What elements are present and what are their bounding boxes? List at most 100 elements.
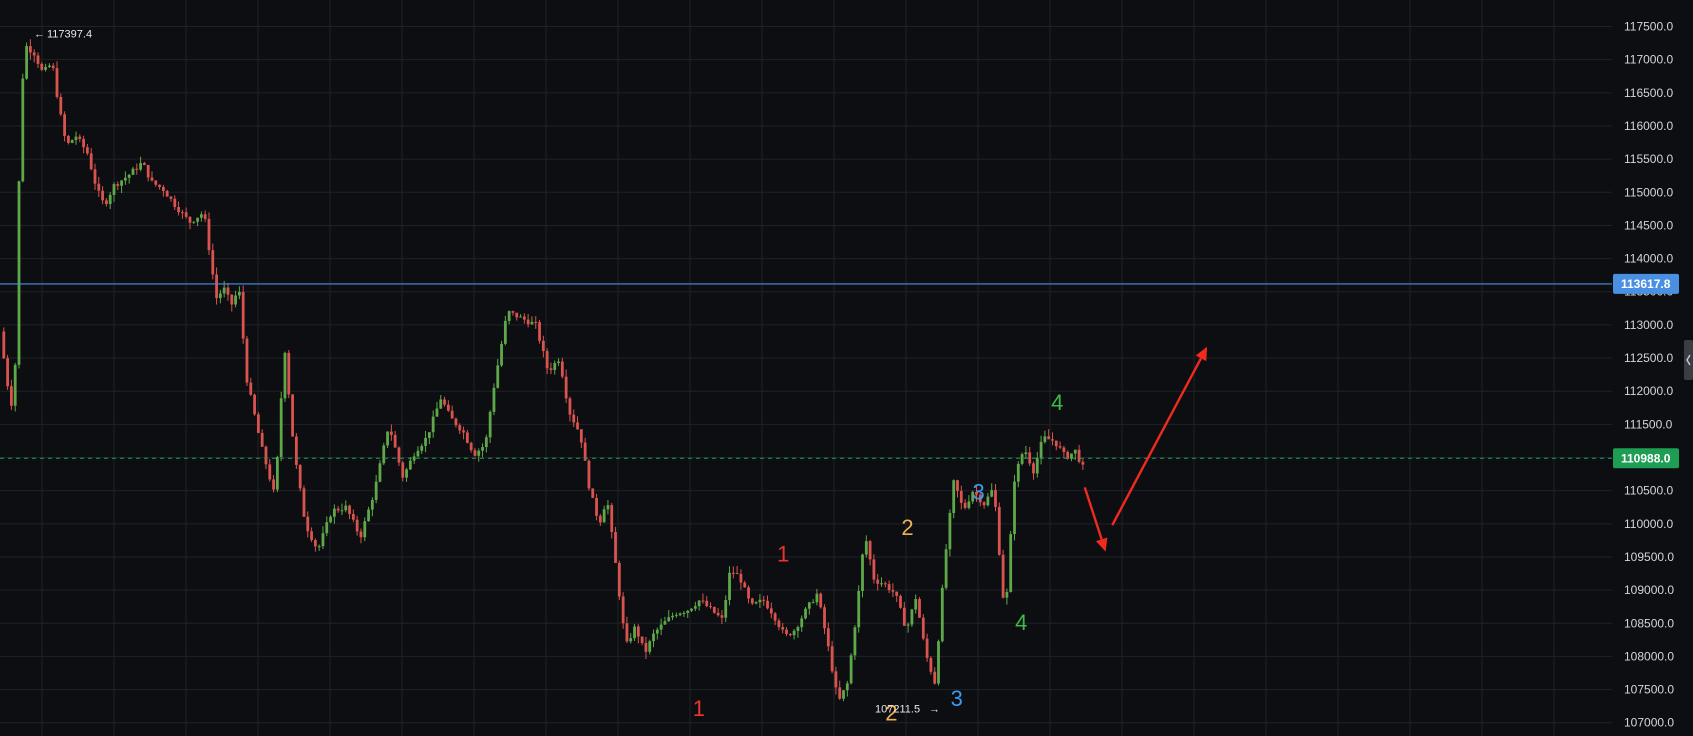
candle-body — [614, 532, 617, 563]
candle-body — [697, 600, 701, 607]
y-tick-label: 108500.0 — [1624, 616, 1674, 630]
candle-body — [203, 214, 207, 219]
candle-body — [465, 432, 469, 443]
candle-body — [621, 596, 625, 624]
candle-body — [902, 607, 906, 626]
y-tick-label: 109500.0 — [1624, 550, 1674, 564]
candle-body — [256, 414, 260, 433]
candle-body — [226, 287, 230, 295]
candle-body — [652, 633, 655, 642]
candle-body — [207, 218, 211, 251]
candle-body — [70, 140, 74, 143]
candle-body — [416, 450, 420, 457]
candle-body — [864, 541, 868, 555]
candle-body — [291, 394, 294, 437]
candle-body — [1047, 436, 1051, 440]
candle-body — [944, 549, 948, 588]
candle-body — [1024, 452, 1028, 455]
candle-body — [222, 287, 226, 294]
candle-body — [142, 163, 146, 165]
wave-label: 4 — [1051, 390, 1063, 415]
candle-body — [1035, 457, 1039, 474]
candle-body — [127, 174, 131, 178]
candle-body — [709, 606, 712, 608]
candle-body — [51, 65, 55, 69]
candle-body — [766, 600, 769, 609]
candle-body — [522, 316, 526, 320]
candle-body — [268, 464, 272, 480]
candle-body — [313, 540, 317, 547]
candle-body — [731, 572, 735, 574]
candle-body — [408, 460, 412, 470]
candle-body — [131, 168, 135, 175]
candle-body — [389, 431, 393, 435]
candle-body — [671, 615, 674, 618]
candle-body — [393, 434, 397, 448]
candle-body — [298, 464, 302, 489]
candle-body — [914, 599, 918, 610]
candle-body — [925, 638, 929, 658]
price-chart[interactable]: 11223344 ← 117397.4 107211.5 → 117500.01… — [0, 0, 1693, 736]
candle-body — [560, 361, 564, 377]
candle-body — [116, 184, 120, 186]
candle-body — [279, 398, 283, 458]
candle-body — [161, 186, 165, 191]
candle-body — [435, 408, 439, 417]
candle-body — [549, 368, 553, 370]
candle-body — [85, 147, 89, 154]
candle-body — [321, 533, 325, 547]
y-tick-label: 116500.0 — [1624, 86, 1673, 100]
candle-body — [218, 293, 222, 299]
candle-body — [386, 431, 389, 446]
candle-body — [872, 559, 876, 580]
y-tick-label: 107000.0 — [1624, 716, 1674, 730]
candle-body — [431, 416, 435, 433]
candle-body — [454, 418, 458, 426]
candle-body — [838, 687, 842, 699]
candle-body — [705, 600, 709, 607]
candle-body — [644, 642, 648, 652]
axis-collapse-handle[interactable] — [1684, 340, 1693, 380]
candle-body — [275, 457, 279, 490]
candle-body — [606, 505, 610, 510]
candle-body — [294, 436, 298, 465]
candle-body — [743, 582, 747, 588]
candle-body — [469, 442, 473, 451]
candle-body — [260, 432, 264, 447]
y-tick-label: 112000.0 — [1624, 384, 1673, 398]
candle-body — [933, 671, 937, 684]
candle-body — [139, 163, 142, 170]
candle-body — [819, 593, 823, 608]
candle-body — [948, 512, 952, 550]
wave-label: 1 — [777, 542, 789, 567]
candle-body — [545, 351, 549, 369]
candle-body — [739, 573, 743, 583]
y-tick-label: 115500.0 — [1624, 152, 1673, 166]
candle-body — [515, 312, 519, 318]
candle-body — [120, 180, 123, 186]
candle-body — [1032, 463, 1035, 474]
candle-body — [701, 600, 705, 602]
candle-body — [712, 607, 716, 613]
candle-body — [245, 338, 249, 383]
candle-body — [842, 690, 845, 699]
candle-body — [165, 190, 169, 197]
candle-body — [659, 624, 663, 630]
candle-body — [640, 636, 644, 643]
y-tick-label: 108000.0 — [1624, 649, 1674, 663]
candle-body — [579, 429, 583, 443]
candle-body — [990, 490, 994, 497]
candle-body — [1051, 439, 1054, 441]
candle-body — [564, 376, 568, 399]
candle-body — [986, 496, 990, 506]
candle-body — [427, 432, 431, 438]
candle-body — [329, 516, 332, 523]
candle-body — [1043, 436, 1047, 442]
candle-body — [287, 352, 291, 395]
candle-body — [602, 509, 606, 523]
candle-body — [55, 68, 59, 97]
y-tick-label: 109000.0 — [1624, 583, 1674, 597]
high-price-label: 117397.4 — [47, 28, 92, 40]
candle-body — [40, 63, 44, 70]
candle-body — [598, 515, 602, 523]
